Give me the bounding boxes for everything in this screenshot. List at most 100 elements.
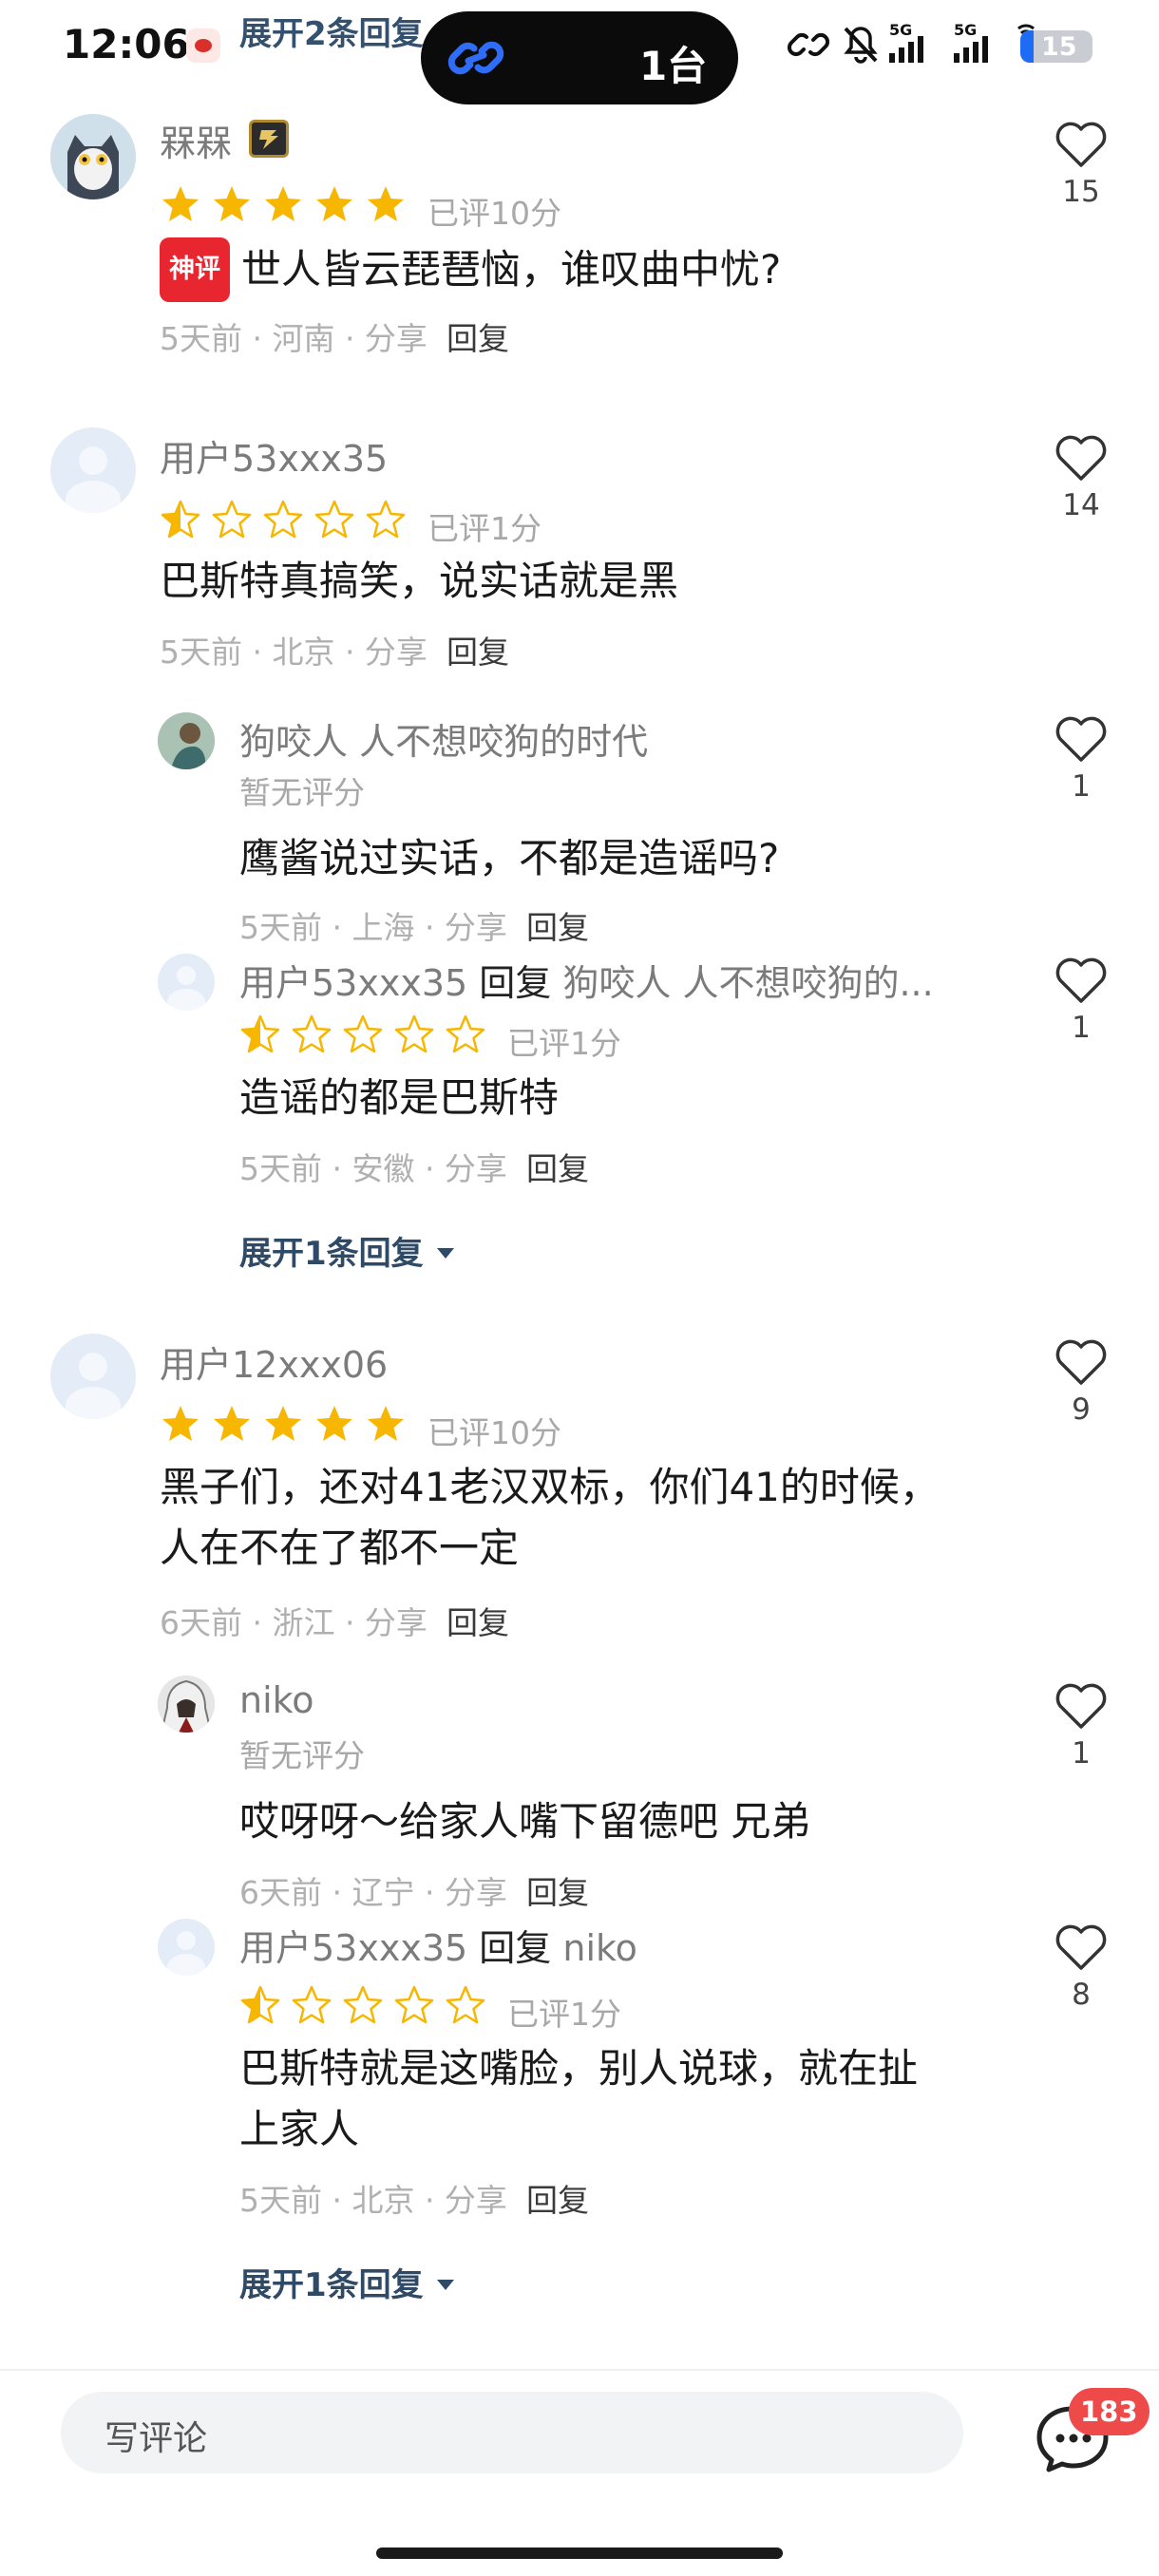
avatar[interactable] xyxy=(50,1334,136,1419)
like-button[interactable]: 8 xyxy=(1053,1924,1110,2012)
reply-button[interactable]: 回复 xyxy=(526,2182,589,2219)
like-button[interactable]: 14 xyxy=(1053,435,1110,522)
home-indicator[interactable] xyxy=(376,2548,783,2559)
triangle-down-icon xyxy=(436,2280,454,2290)
signal-icon-2 xyxy=(954,36,988,63)
reply-text: 哎呀呀～给家人嘴下留德吧 兄弟 xyxy=(239,1791,810,1852)
comment-line: 巴斯特真搞笑，说实话就是黑 xyxy=(160,558,679,604)
reply-word: 回复 xyxy=(479,1927,552,1969)
username[interactable]: 狗咬人 人不想咬狗的时代 xyxy=(239,712,648,765)
expand-replies-link[interactable]: 展开1条回复 xyxy=(239,1227,454,1274)
meta-info: 5天前 · 河南 · 分享 xyxy=(160,320,428,357)
meta-info: 5天前 · 北京 · 分享 xyxy=(239,2182,507,2219)
star-rating-icon xyxy=(240,1985,485,2024)
reply-meta: 5天前 · 北京 · 分享 回复 xyxy=(239,2175,589,2221)
island-counter: 1台 xyxy=(639,43,708,89)
comment-line: 黑子们，还对41老汉双标，你们41的时候， xyxy=(160,1464,940,1510)
no-rating-label: 暂无评分 xyxy=(239,774,365,811)
heart-icon xyxy=(1055,1683,1107,1729)
status-bar: 12:06 展开2条回复 1台 5G 5G 15 xyxy=(0,0,1159,104)
comment-meta: 5天前 · 河南 · 分享 回复 xyxy=(160,313,509,359)
like-button[interactable]: 1 xyxy=(1053,957,1110,1045)
reply-author[interactable]: 用户53xxx35 xyxy=(239,962,467,1004)
comment-line: 人在不在了都不一定 xyxy=(160,1525,520,1571)
battery-indicator: 15 xyxy=(1020,30,1092,63)
heart-icon xyxy=(1055,122,1107,167)
comment-meta: 5天前 · 北京 · 分享 回复 xyxy=(160,627,509,672)
username[interactable]: 用户53xxx35 xyxy=(160,429,388,482)
like-count: 1 xyxy=(1072,1736,1091,1771)
like-count: 9 xyxy=(1072,1392,1091,1427)
like-button[interactable]: 15 xyxy=(1053,122,1110,209)
like-button[interactable]: 1 xyxy=(1053,1683,1110,1771)
default-avatar-icon xyxy=(177,1931,196,1950)
comment-input[interactable]: 写评论 xyxy=(61,2392,963,2473)
expand-label: 展开1条回复 xyxy=(239,2266,424,2304)
link-icon xyxy=(447,41,504,75)
status-time: 12:06 xyxy=(63,21,190,67)
comment-input-placeholder: 写评论 xyxy=(104,2419,208,2458)
comment-text: 黑子们，还对41老汉双标，你们41的时候， 人在不在了都不一定 xyxy=(160,1457,940,1579)
like-button[interactable]: 1 xyxy=(1053,716,1110,804)
rating-label: 已评10分 xyxy=(428,195,561,232)
avatar[interactable] xyxy=(158,712,215,769)
reply-button[interactable]: 回复 xyxy=(526,1874,589,1911)
app-notification-icon xyxy=(186,28,220,63)
meta-info: 6天前 · 浙江 · 分享 xyxy=(160,1604,428,1641)
meta-info: 5天前 · 北京 · 分享 xyxy=(160,634,428,671)
username[interactable]: 槑槑 xyxy=(160,114,232,166)
heart-icon xyxy=(1055,1924,1107,1970)
rating-label: 已评10分 xyxy=(428,1414,561,1451)
reply-target[interactable]: niko xyxy=(562,1927,637,1969)
signal-icon-1 xyxy=(889,36,923,63)
dynamic-island[interactable]: 1台 xyxy=(421,11,738,104)
comment-count-badge: 183 xyxy=(1069,2388,1150,2435)
cat-avatar-image xyxy=(50,114,136,199)
level-badge-icon xyxy=(249,120,289,158)
like-count: 1 xyxy=(1072,769,1091,804)
avatar[interactable] xyxy=(50,114,136,199)
comment-line: 世人皆云琵琶恼，谁叹曲中忧? xyxy=(241,246,782,293)
reply-meta: 6天前 · 辽宁 · 分享 回复 xyxy=(239,1867,589,1913)
expand-replies-link[interactable]: 展开1条回复 xyxy=(239,2259,454,2305)
no-rating-label: 暂无评分 xyxy=(239,1737,365,1774)
rating-label: 已评1分 xyxy=(507,1996,621,2033)
comment-text: 巴斯特真搞笑，说实话就是黑 xyxy=(160,551,678,612)
reply-button[interactable]: 回复 xyxy=(446,320,509,357)
rating-label: 已评1分 xyxy=(428,510,542,547)
reply-line: 鹰酱说过实话，不都是造谣吗? xyxy=(239,835,780,881)
reply-line: 造谣的都是巴斯特 xyxy=(239,1074,560,1121)
like-count: 1 xyxy=(1072,1011,1091,1045)
reply-button[interactable]: 回复 xyxy=(526,1150,589,1187)
avatar[interactable] xyxy=(158,954,215,1011)
reply-target[interactable]: 狗咬人 人不想咬狗的... xyxy=(562,962,933,1004)
reply-line: 上家人 xyxy=(239,2106,360,2152)
reply-meta: 5天前 · 上海 · 分享 回复 xyxy=(239,902,589,948)
hooded-figure-avatar xyxy=(158,1676,215,1733)
reply-button[interactable]: 回复 xyxy=(446,634,509,671)
reply-text: 鹰酱说过实话，不都是造谣吗? xyxy=(239,828,779,889)
avatar[interactable] xyxy=(50,427,136,513)
like-button[interactable]: 9 xyxy=(1053,1339,1110,1427)
avatar[interactable] xyxy=(158,1919,215,1976)
heart-icon xyxy=(1055,1339,1107,1385)
reply-button[interactable]: 回复 xyxy=(446,1604,509,1641)
reply-line: 哎呀呀～给家人嘴下留德吧 兄弟 xyxy=(239,1798,811,1845)
like-count: 14 xyxy=(1062,488,1100,522)
expand-replies-link-top[interactable]: 展开2条回复 xyxy=(239,8,424,54)
username[interactable]: 用户53xxx35 回复 niko xyxy=(239,1919,637,1971)
default-avatar-icon xyxy=(177,966,196,985)
star-rating-icon xyxy=(161,500,406,539)
reply-button[interactable]: 回复 xyxy=(526,909,589,946)
avatar[interactable] xyxy=(158,1676,215,1733)
mute-bell-icon xyxy=(844,27,878,64)
rating-label: 已评1分 xyxy=(507,1025,621,1062)
username[interactable]: 用户12xxx06 xyxy=(160,1335,388,1388)
expand-label: 展开1条回复 xyxy=(239,1235,424,1273)
reply-word: 回复 xyxy=(479,962,552,1004)
reply-author[interactable]: 用户53xxx35 xyxy=(239,1927,467,1969)
username[interactable]: niko xyxy=(239,1679,314,1721)
like-count: 15 xyxy=(1062,175,1100,209)
battery-level: 15 xyxy=(1041,32,1077,62)
username[interactable]: 用户53xxx35 回复 狗咬人 人不想咬狗的... xyxy=(239,954,934,1006)
